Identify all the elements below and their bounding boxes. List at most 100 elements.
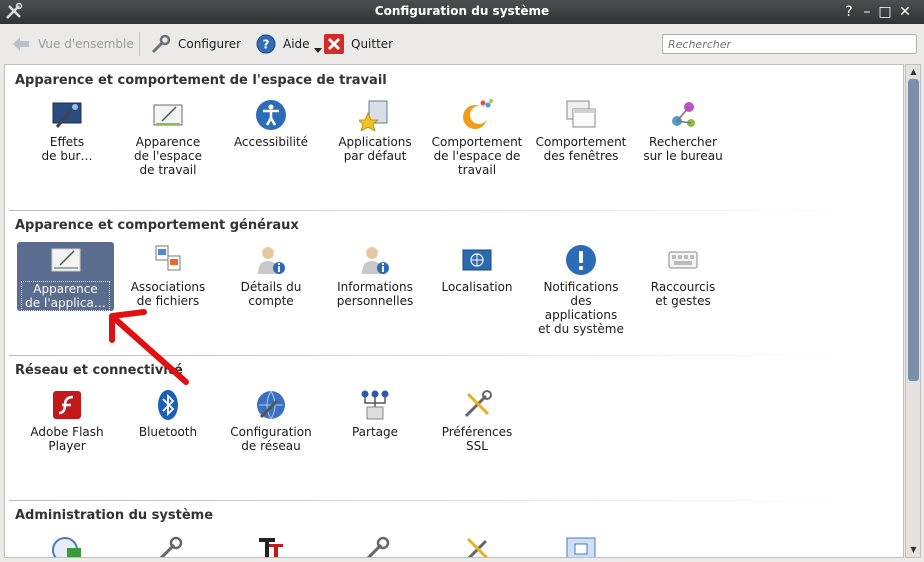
account-details-icon (258, 247, 285, 274)
svg-text:?: ? (263, 38, 270, 52)
module-tools-3[interactable] (427, 534, 527, 557)
module-desktop-search[interactable]: Rechercher sur le bureau (633, 99, 733, 163)
module-window-behavior[interactable]: Comportement des fenêtres (531, 99, 631, 163)
modules-view: Apparence et comportement de l'espace de… (4, 64, 904, 558)
close-icon[interactable]: ✕ (896, 3, 914, 21)
module-label: Applications par défaut (338, 135, 412, 163)
help-menu-button[interactable]: ? Aide (255, 32, 322, 56)
module-account-details[interactable]: Détails du compte (221, 244, 321, 308)
toolbar: Vue d'ensemble Configurer ? Aide Quitter… (0, 24, 924, 64)
default-applications-icon (359, 100, 388, 131)
desktop-effects-icon (52, 102, 82, 128)
section-title: Réseau et connectivité (15, 363, 183, 378)
module-label: Comportement de l'espace de travail (431, 135, 523, 177)
module-sharing[interactable]: Partage (325, 389, 425, 439)
module-label: Partage (351, 425, 399, 439)
workspace-appearance-icon (153, 104, 183, 126)
module-label: Notifications des applications et du sys… (538, 280, 624, 336)
bluetooth-icon (158, 390, 178, 420)
tools-icon (159, 536, 183, 557)
date-time-icon (52, 537, 81, 557)
tools-icon (466, 537, 489, 557)
help-icon: ? (256, 34, 276, 54)
title-bar: Configuration du système ? – □ ✕ (0, 0, 924, 24)
module-login-screen[interactable] (531, 534, 631, 557)
module-label: Apparence de l'espace de travail (133, 135, 203, 177)
application-appearance-icon (51, 248, 80, 272)
section-title: Administration du système (15, 508, 214, 523)
module-tools-1[interactable] (118, 534, 218, 557)
section-divider (9, 355, 857, 356)
desktop-search-icon (672, 102, 695, 127)
module-font-installer[interactable] (221, 534, 321, 557)
module-label: Apparence de l'applica… (21, 281, 110, 311)
chevron-down-icon (313, 48, 322, 53)
font-installer-icon (259, 538, 283, 557)
module-personal-information[interactable]: Informations personnelles (325, 244, 425, 308)
window-behavior-icon (566, 100, 596, 128)
flash-icon (53, 391, 81, 419)
network-settings-icon (257, 390, 285, 420)
module-ssl-preferences[interactable]: Préférences SSL (427, 389, 527, 453)
window-title: Configuration du système (374, 4, 550, 18)
configure-button[interactable]: Configurer (150, 32, 241, 56)
sharing-icon (361, 390, 389, 420)
settings-window: Configuration du système ? – □ ✕ Vue d'e… (0, 0, 924, 562)
toolbar-separator (139, 32, 140, 56)
module-label: Bluetooth (138, 425, 198, 439)
module-notifications[interactable]: Notifications des applications et du sys… (531, 244, 631, 336)
overview-label: Vue d'ensemble (38, 37, 134, 51)
workspace-behavior-icon (463, 99, 493, 129)
module-date-time[interactable] (17, 534, 117, 557)
scroll-up-icon[interactable]: ▲ (907, 65, 920, 79)
overview-button[interactable]: Vue d'ensemble (10, 32, 134, 56)
section-title: Apparence et comportement généraux (15, 218, 299, 233)
shortcuts-icon (668, 251, 698, 269)
module-label: Configuration de réseau (230, 425, 312, 453)
ssl-preferences-icon (464, 390, 492, 418)
section-divider (9, 500, 857, 501)
vertical-scrollbar[interactable]: ▲ ▼ (905, 64, 921, 558)
quit-icon (324, 34, 344, 54)
module-label: Effets de bur… (41, 135, 93, 163)
notifications-icon (566, 245, 596, 275)
module-file-associations[interactable]: Associations de fichiers (118, 244, 218, 308)
module-label: Adobe Flash Player (30, 425, 104, 453)
section-divider (9, 210, 857, 211)
help-question-icon[interactable]: ? (840, 3, 858, 21)
login-screen-icon (566, 537, 596, 557)
configure-label: Configurer (178, 37, 242, 51)
module-network-settings[interactable]: Configuration de réseau (221, 389, 321, 453)
minimize-icon[interactable]: – (858, 3, 876, 21)
scroll-down-icon[interactable]: ▼ (907, 543, 920, 557)
scrollbar-thumb[interactable] (908, 79, 919, 381)
search-input[interactable] (662, 34, 917, 54)
personal-information-icon (362, 247, 389, 274)
module-label: Associations de fichiers (130, 280, 206, 308)
module-shortcuts[interactable]: Raccourcis et gestes (633, 244, 733, 308)
module-label: Rechercher sur le bureau (643, 135, 723, 163)
module-label: Accessibilité (233, 135, 309, 149)
module-desktop-effects[interactable]: Effets de bur… (17, 99, 117, 163)
module-default-applications[interactable]: Applications par défaut (325, 99, 425, 163)
module-tools-2[interactable] (325, 534, 425, 557)
localization-icon (462, 249, 492, 271)
accessibility-icon (256, 100, 286, 130)
module-label: Comportement des fenêtres (535, 135, 627, 163)
maximize-icon[interactable]: □ (876, 3, 894, 21)
module-flash-player[interactable]: Adobe Flash Player (17, 389, 117, 453)
module-workspace-behavior[interactable]: Comportement de l'espace de travail (427, 99, 527, 177)
help-label: Aide (283, 37, 310, 51)
module-label: Informations personnelles (336, 280, 414, 308)
back-arrow-icon (13, 37, 29, 51)
module-accessibility[interactable]: Accessibilité (221, 99, 321, 149)
file-associations-icon (155, 245, 181, 271)
quit-button[interactable]: Quitter (323, 32, 393, 56)
quit-label: Quitter (351, 37, 394, 51)
module-application-appearance[interactable]: Apparence de l'applica… (17, 242, 114, 311)
module-label: Détails du compte (240, 280, 302, 308)
module-label: Localisation (441, 280, 513, 294)
module-localization[interactable]: Localisation (427, 244, 527, 294)
module-bluetooth[interactable]: Bluetooth (118, 389, 218, 439)
module-workspace-appearance[interactable]: Apparence de l'espace de travail (118, 99, 218, 177)
